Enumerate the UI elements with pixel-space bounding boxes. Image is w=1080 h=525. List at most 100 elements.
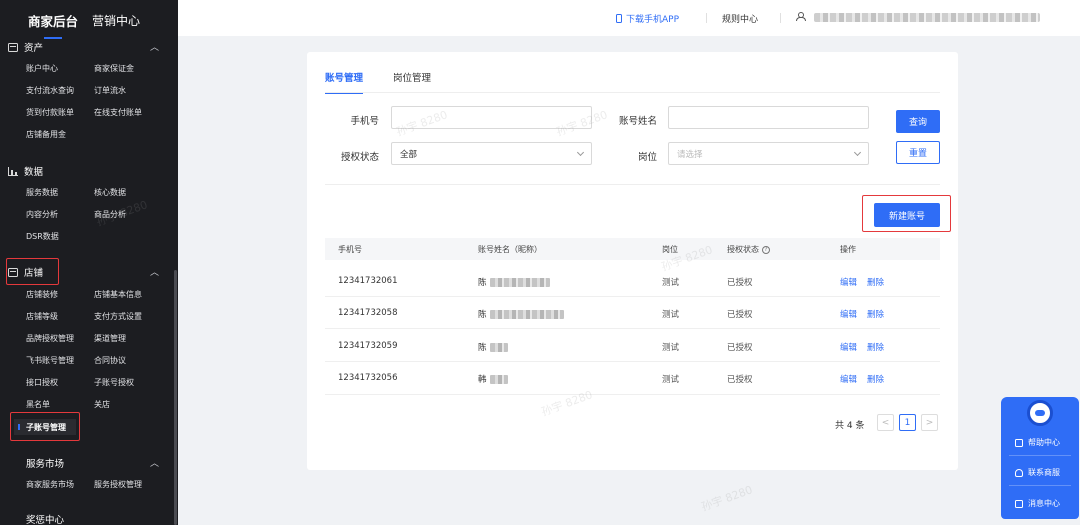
role-label: 岗位 xyxy=(637,152,657,163)
sidebar-item-store-info[interactable]: 店铺基本信息 xyxy=(94,289,142,300)
user-icon[interactable] xyxy=(796,12,806,21)
row2-edit-link[interactable]: 编辑 xyxy=(840,308,857,320)
row3-phone: 12341732059 xyxy=(338,341,398,351)
row3-status: 已授权 xyxy=(727,343,753,353)
sidebar-item-service-market[interactable]: 商家服务市场 xyxy=(26,479,74,490)
row4-edit-link[interactable]: 编辑 xyxy=(840,373,857,385)
account-name-label: 账号姓名 xyxy=(618,116,657,127)
tab-role-management[interactable]: 岗位管理 xyxy=(393,70,431,94)
sidebar-group-assets[interactable]: 资产 xyxy=(8,40,43,54)
highlight-new-account xyxy=(862,195,951,232)
reset-button[interactable]: 重置 xyxy=(896,141,940,164)
sidebar-item-content-analysis[interactable]: 内容分析 xyxy=(26,209,58,220)
help-center-button[interactable]: 帮助中心 xyxy=(1015,437,1060,448)
account-management-card: 账号管理 岗位管理 手机号 账号姓名 授权状态 全部 岗位 请选择 查询 重置 … xyxy=(307,52,958,470)
sidebar-group-data[interactable]: 数据 xyxy=(8,164,43,178)
message-icon xyxy=(1015,499,1023,508)
sidebar-item-api-auth[interactable]: 接口授权 xyxy=(26,377,58,388)
sidebar-item-blacklist[interactable]: 黑名单 xyxy=(26,399,50,410)
row3-role: 测试 xyxy=(662,343,680,353)
name-redacted xyxy=(489,342,508,352)
sidebar-item-payment-settings[interactable]: 支付方式设置 xyxy=(94,311,142,322)
sidebar-item-core-data[interactable]: 核心数据 xyxy=(94,187,126,198)
sidebar-item-deposit[interactable]: 商家保证金 xyxy=(94,63,134,74)
tab-account-management[interactable]: 账号管理 xyxy=(325,70,364,94)
row2-delete-link[interactable]: 删除 xyxy=(867,308,884,320)
chevron-up-icon[interactable]: ︿ xyxy=(150,456,159,469)
rules-center-link[interactable]: 规则中心 xyxy=(722,12,758,25)
row3-name: 陈 xyxy=(478,341,508,353)
phone-icon xyxy=(616,14,622,23)
account-name-input[interactable] xyxy=(668,106,869,129)
col-role: 岗位 xyxy=(662,245,678,254)
sidebar-item-payment-flow[interactable]: 支付流水查询 xyxy=(26,85,74,96)
query-button[interactable]: 查询 xyxy=(896,110,940,133)
chevron-up-icon[interactable]: ︿ xyxy=(150,265,159,278)
sidebar-item-service-data[interactable]: 服务数据 xyxy=(26,187,58,198)
sidebar-item-brand-auth[interactable]: 品牌授权管理 xyxy=(26,333,74,344)
phone-input[interactable] xyxy=(391,106,592,129)
sidebar-item-store-level[interactable]: 店铺等级 xyxy=(26,311,58,322)
wallet-icon xyxy=(8,42,18,52)
row3-delete-link[interactable]: 删除 xyxy=(867,341,884,353)
row4-delete-link[interactable]: 删除 xyxy=(867,373,884,385)
row-divider xyxy=(325,361,940,362)
sidebar-item-account-center[interactable]: 账户中心 xyxy=(26,63,58,74)
row1-name: 陈 xyxy=(478,276,550,288)
sidebar-item-online-bill[interactable]: 在线支付账单 xyxy=(94,107,142,118)
row2-name: 陈 xyxy=(478,308,564,320)
sidebar-group-rewards[interactable]: 奖惩中心 xyxy=(26,512,64,525)
sidebar-item-product-analysis[interactable]: 商品分析 xyxy=(94,209,126,220)
bar-chart-icon xyxy=(8,166,18,176)
top-header: 下载手机APP 规则中心 xyxy=(178,0,1080,36)
row-divider xyxy=(325,296,940,297)
row1-delete-link[interactable]: 删除 xyxy=(867,276,884,288)
auth-status-label: 授权状态 xyxy=(340,152,379,163)
sidebar-item-reserve-fund[interactable]: 店铺备用金 xyxy=(26,129,66,140)
watermark: 孙宇 8280 xyxy=(699,483,755,514)
chevron-up-icon[interactable]: ︿ xyxy=(150,40,159,53)
message-center-button[interactable]: 消息中心 xyxy=(1015,498,1060,509)
pagination-page-1[interactable]: 1 xyxy=(899,414,916,431)
sidebar-group-market[interactable]: 服务市场 xyxy=(26,456,64,470)
tab-bar: 账号管理 岗位管理 xyxy=(325,70,431,94)
sidebar-item-close-store[interactable]: 关店 xyxy=(94,399,110,410)
row1-edit-link[interactable]: 编辑 xyxy=(840,276,857,288)
row4-status: 已授权 xyxy=(727,375,753,385)
row4-name: 韩 xyxy=(478,373,508,385)
row2-phone: 12341732058 xyxy=(338,308,398,318)
tab-marketing-center[interactable]: 营销中心 xyxy=(92,12,140,29)
sidebar-item-service-auth[interactable]: 服务授权管理 xyxy=(94,479,142,490)
row2-role: 测试 xyxy=(662,310,680,320)
pagination-next-button[interactable]: > xyxy=(921,414,938,431)
help-circle-icon[interactable]: ? xyxy=(762,245,770,254)
sidebar-item-channel[interactable]: 渠道管理 xyxy=(94,333,126,344)
auth-status-select[interactable]: 全部 xyxy=(391,142,592,165)
sidebar-scrollbar[interactable] xyxy=(174,270,177,525)
contact-service-button[interactable]: 联系商服 xyxy=(1015,467,1060,478)
sidebar-item-cod-bill[interactable]: 货到付款账单 xyxy=(26,107,74,118)
tab-merchant-backend[interactable]: 商家后台 xyxy=(28,11,78,39)
user-name-redacted[interactable] xyxy=(814,13,1040,22)
sidebar-item-dsr-data[interactable]: DSR数据 xyxy=(26,231,59,242)
row4-role: 测试 xyxy=(662,375,680,385)
sidebar-item-subaccount-auth[interactable]: 子账号授权 xyxy=(94,377,134,388)
name-redacted xyxy=(489,277,550,287)
phone-label: 手机号 xyxy=(350,116,379,127)
sidebar-item-contract[interactable]: 合同协议 xyxy=(94,355,126,366)
name-redacted xyxy=(489,374,508,384)
row1-role: 测试 xyxy=(662,278,680,288)
sidebar-item-order-flow[interactable]: 订单流水 xyxy=(94,85,126,96)
row4-phone: 12341732056 xyxy=(338,373,398,383)
sidebar-item-store-decor[interactable]: 店铺装修 xyxy=(26,289,58,300)
tabs-divider xyxy=(325,92,940,93)
header-divider xyxy=(706,13,707,23)
pagination-prev-button[interactable]: < xyxy=(877,414,894,431)
row3-edit-link[interactable]: 编辑 xyxy=(840,341,857,353)
service-avatar-icon[interactable] xyxy=(1027,400,1053,426)
role-select[interactable]: 请选择 xyxy=(668,142,869,165)
sidebar-item-feishu[interactable]: 飞书账号管理 xyxy=(26,355,74,366)
help-divider xyxy=(1009,485,1071,486)
download-app-link[interactable]: 下载手机APP xyxy=(616,12,679,25)
row2-status: 已授权 xyxy=(727,310,753,320)
